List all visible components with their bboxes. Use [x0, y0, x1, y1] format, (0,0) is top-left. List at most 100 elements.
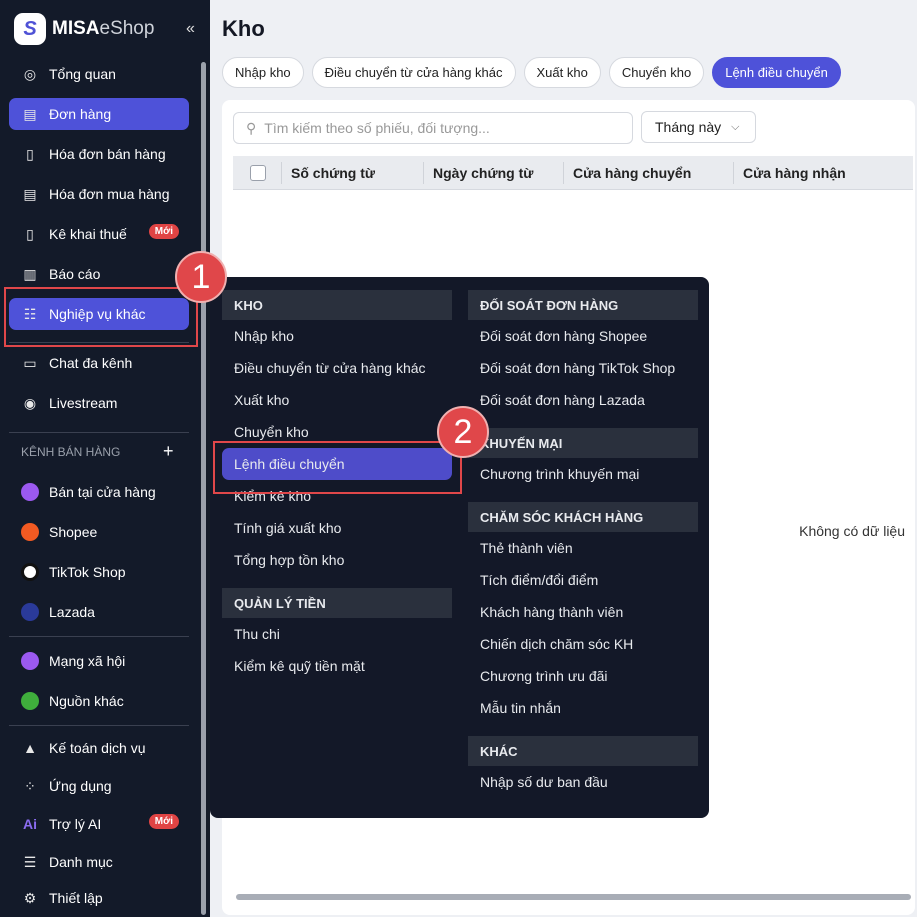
menu-section-header: QUẢN LÝ TIỀN: [222, 588, 452, 618]
tab-chuyen-kho[interactable]: Chuyển kho: [608, 57, 705, 88]
column-header[interactable]: Cửa hàng nhận: [743, 165, 846, 181]
sidebar-item-ung-dung[interactable]: ⁘ Ứng dụng: [9, 770, 189, 802]
menu-item-xuat-kho[interactable]: Xuất kho: [222, 384, 452, 416]
menu-icon: ◉: [23, 394, 37, 411]
sidebar-item-lazada[interactable]: Lazada: [9, 596, 189, 628]
step-badge-1: 1: [175, 251, 227, 303]
sidebar-item-bao-cao[interactable]: ▥ Báo cáo: [9, 258, 189, 290]
menu-icon: ☰: [23, 853, 37, 870]
logo[interactable]: S MISAeShop: [14, 13, 154, 45]
empty-state: Không có dữ liệu: [799, 523, 905, 539]
channel-icon: [21, 603, 39, 621]
sidebar-item-label: Hóa đơn bán hàng: [49, 146, 166, 162]
column-header[interactable]: Số chứng từ: [291, 165, 375, 181]
sidebar-item-label: Hóa đơn mua hàng: [49, 186, 170, 202]
sidebar-item-tro-ly-ai[interactable]: Ai Trợ lý AI Mới: [9, 808, 189, 840]
sidebar-item-ban-tai-cua-hang[interactable]: Bán tại cửa hàng: [9, 476, 189, 508]
menu-item-thu-chi[interactable]: Thu chi: [222, 618, 452, 650]
sidebar-item-hoa-don-ban-hang[interactable]: ▯ Hóa đơn bán hàng: [9, 138, 189, 170]
sidebar-item-label: Ứng dụng: [49, 778, 112, 794]
sidebar-item-danh-muc[interactable]: ☰ Danh mục: [9, 846, 189, 878]
divider: [9, 725, 189, 726]
menu-icon: ▯: [26, 145, 34, 162]
new-badge: Mới: [148, 224, 179, 239]
sidebar-item-thiet-lap[interactable]: ⚙ Thiết lập: [9, 882, 189, 914]
sidebar-item-tong-quan[interactable]: ◎ Tổng quan: [9, 58, 189, 90]
menu-item-doi-soat-don-hang-tiktok-shop[interactable]: Đối soát đơn hàng TikTok Shop: [468, 352, 698, 384]
select-all-checkbox[interactable]: [250, 165, 266, 181]
channel-icon: [21, 692, 39, 710]
menu-item-khach-hang-thanh-vien[interactable]: Khách hàng thành viên: [468, 596, 698, 628]
menu-item-doi-soat-don-hang-shopee[interactable]: Đối soát đơn hàng Shopee: [468, 320, 698, 352]
channel-icon: [21, 652, 39, 670]
tab-dieu-chuyen-tu-cua-hang-khac[interactable]: Điều chuyển từ cửa hàng khác: [311, 57, 516, 88]
tab-lenh-dieu-chuyen[interactable]: Lệnh điều chuyển: [712, 57, 841, 88]
menu-section-header: CHĂM SÓC KHÁCH HÀNG: [468, 502, 698, 532]
menu-item-the-thanh-vien[interactable]: Thẻ thành viên: [468, 532, 698, 564]
channel-icon: [21, 523, 39, 541]
menu-icon: ▤: [23, 185, 37, 202]
sidebar-item-label: Bán tại cửa hàng: [49, 484, 156, 500]
menu-section-header: KHÁC: [468, 736, 698, 766]
menu-section-header: ĐỐI SOÁT ĐƠN HÀNG: [468, 290, 698, 320]
menu-icon: Ai: [23, 816, 37, 832]
page-title: Kho: [222, 16, 265, 41]
sidebar-scrollbar[interactable]: [201, 62, 206, 915]
sidebar-item-label: Trợ lý AI: [49, 816, 102, 832]
sidebar-item-mang-xa-hoi[interactable]: Mạng xã hội: [9, 645, 189, 677]
menu-item-mau-tin-nhan[interactable]: Mẫu tin nhắn: [468, 692, 698, 724]
sidebar-item-ke-toan-dich-vu[interactable]: ▲ Kế toán dịch vụ: [9, 732, 189, 764]
logo-icon: S: [14, 13, 46, 45]
sidebar-item-label: Danh mục: [49, 854, 113, 870]
sidebar-item-label: Livestream: [49, 395, 118, 411]
menu-item-chuong-trinh-khuyen-mai[interactable]: Chương trình khuyến mại: [468, 458, 698, 490]
tab-nhap-kho[interactable]: Nhập kho: [222, 57, 304, 88]
sidebar-item-hoa-don-mua-hang[interactable]: ▤ Hóa đơn mua hàng: [9, 178, 189, 210]
sidebar-item-ke-khai-thue[interactable]: ▯ Kê khai thuế Mới: [9, 218, 189, 250]
horizontal-scrollbar[interactable]: [236, 894, 911, 900]
menu-item-chuong-trinh-uu-dai[interactable]: Chương trình ưu đãi: [468, 660, 698, 692]
tab-xuat-kho[interactable]: Xuất kho: [523, 57, 601, 88]
sidebar-item-label: Tổng quan: [49, 66, 116, 82]
sidebar-item-shopee[interactable]: Shopee: [9, 516, 189, 548]
step-badge-2: 2: [437, 406, 489, 458]
column-header[interactable]: Ngày chứng từ: [433, 165, 533, 181]
menu-icon: ▤: [23, 105, 37, 122]
menu-item-tinh-gia-xuat-kho[interactable]: Tính giá xuất kho: [222, 512, 452, 544]
sidebar-item-label: Nguồn khác: [49, 693, 124, 709]
sidebar-item-label: Chat đa kênh: [49, 355, 133, 371]
sidebar-item-label: Thiết lập: [49, 890, 103, 906]
menu-item-tich-diem-doi-diem[interactable]: Tích điểm/đổi điểm: [468, 564, 698, 596]
sidebar-item-livestream[interactable]: ◉ Livestream: [9, 387, 189, 419]
add-channel-button[interactable]: +: [163, 441, 174, 462]
sidebar-item-label: Shopee: [49, 524, 98, 540]
collapse-sidebar-icon[interactable]: «: [186, 20, 195, 38]
period-dropdown[interactable]: Tháng này ⌵: [641, 111, 756, 143]
menu-item-dieu-chuyen-tu-cua-hang-khac[interactable]: Điều chuyển từ cửa hàng khác: [222, 352, 452, 384]
menu-icon: ⁘: [24, 777, 36, 794]
divider: [9, 432, 189, 433]
sidebar-item-chat-da-kenh[interactable]: ▭ Chat đa kênh: [9, 347, 189, 379]
menu-item-tong-hop-ton-kho[interactable]: Tổng hợp tồn kho: [222, 544, 452, 576]
divider: [9, 636, 189, 637]
sidebar-item-tiktok-shop[interactable]: TikTok Shop: [9, 556, 189, 588]
menu-item-doi-soat-don-hang-lazada[interactable]: Đối soát đơn hàng Lazada: [468, 384, 698, 416]
sidebar-item-don-hang[interactable]: ▤ Đơn hàng: [9, 98, 189, 130]
search-input[interactable]: ⚲ Tìm kiếm theo số phiếu, đối tượng...: [233, 112, 633, 144]
menu-item-nhap-so-du-ban-dau[interactable]: Nhập số dư ban đầu: [468, 766, 698, 798]
menu-item-chien-dich-cham-soc-kh[interactable]: Chiến dịch chăm sóc KH: [468, 628, 698, 660]
menu-item-kiem-ke-quy-tien-mat[interactable]: Kiểm kê quỹ tiền mặt: [222, 650, 452, 682]
sidebar-item-label: Đơn hàng: [49, 106, 112, 122]
menu-item-nhap-kho[interactable]: Nhập kho: [222, 320, 452, 352]
menu-icon: ▥: [23, 265, 37, 282]
sidebar-item-nguon-khac[interactable]: Nguồn khác: [9, 685, 189, 717]
menu-icon: ▲: [23, 740, 37, 756]
channel-icon: [21, 563, 39, 581]
tabs: Nhập kho Điều chuyển từ cửa hàng khác Xuất…: [222, 57, 841, 88]
menu-section-header: KHO: [222, 290, 452, 320]
sidebar: S MISAeShop « ◎ Tổng quan ▤ Đơn hàng ▯ Hóa đơ…: [0, 0, 210, 917]
menu-icon: ▯: [26, 225, 34, 242]
menu-icon: ◎: [23, 65, 37, 82]
table-header: Số chứng từ Ngày chứng từ Cửa hàng chuyể…: [233, 156, 913, 190]
column-header[interactable]: Cửa hàng chuyển: [573, 165, 691, 181]
